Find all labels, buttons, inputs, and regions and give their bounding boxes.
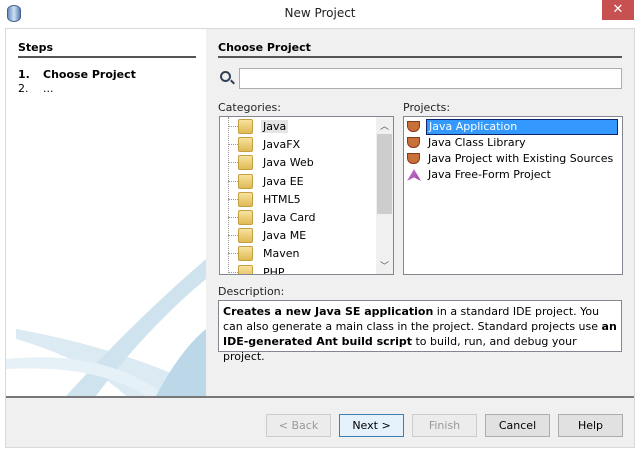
category-label: Java Web <box>263 156 314 170</box>
categories-scrollbar[interactable]: ︿ ﹀ <box>376 117 393 274</box>
project-item[interactable]: Java Project with Existing Sources <box>404 151 620 167</box>
project-item[interactable]: Java Free-Form Project <box>404 167 620 183</box>
search-input[interactable] <box>239 68 622 89</box>
category-label: JavaFX <box>263 138 301 152</box>
project-label: Java Project with Existing Sources <box>428 152 614 165</box>
folder-icon <box>238 191 253 207</box>
step-label: ... <box>43 82 54 95</box>
step-number: 1. <box>18 68 30 81</box>
folder-icon <box>238 228 253 244</box>
title-bar: New Project ✕ <box>0 0 640 28</box>
step-label: Choose Project <box>43 68 136 81</box>
category-item[interactable]: Maven <box>220 245 370 263</box>
freeform-project-icon <box>407 169 421 181</box>
folder-icon <box>238 210 253 225</box>
scroll-down-icon[interactable]: ﹀ <box>376 259 393 272</box>
categories-label: Categories: <box>218 101 281 114</box>
category-item[interactable]: Java Card <box>220 209 370 227</box>
category-label: Java Card <box>263 211 316 224</box>
steps-heading: Steps <box>18 41 196 58</box>
project-item[interactable]: Java Application <box>404 119 620 135</box>
description-segment: Creates a new Java SE application <box>223 305 434 318</box>
page-title: Choose Project <box>218 41 622 58</box>
folder-icon <box>238 155 253 171</box>
category-item[interactable]: Java Web <box>220 154 370 172</box>
step-number: 2. <box>18 82 29 95</box>
separator <box>6 396 634 398</box>
step-1: 1. Choose Project <box>18 68 136 81</box>
search-icon <box>220 71 231 82</box>
java-cup-icon <box>407 137 420 148</box>
projects-list[interactable]: Java Application Java Class Library Java P… <box>403 116 623 275</box>
category-label: Maven <box>263 247 300 261</box>
description-label: Description: <box>218 285 285 298</box>
category-item[interactable]: Java EE <box>220 173 370 191</box>
folder-icon <box>238 173 253 189</box>
category-label: Java ME <box>263 229 307 243</box>
java-cup-icon <box>407 121 420 132</box>
projects-label: Projects: <box>403 101 451 114</box>
folder-icon <box>238 137 253 153</box>
scrollbar-thumb[interactable] <box>377 134 392 214</box>
folder-icon <box>238 246 253 262</box>
step-2: 2.... <box>18 82 54 95</box>
category-label: PHP <box>263 265 285 275</box>
close-button[interactable]: ✕ <box>602 0 634 20</box>
project-label: Java Free-Form Project <box>428 168 551 181</box>
project-label: Java Application <box>426 119 618 135</box>
next-button[interactable]: Next > <box>339 414 404 437</box>
description-text: Creates a new Java SE application in a s… <box>218 300 622 363</box>
java-cup-icon <box>407 153 420 164</box>
window-title: New Project <box>284 6 356 20</box>
category-label: HTML5 <box>263 192 301 206</box>
category-label: Java EE <box>263 174 304 188</box>
category-item[interactable]: HTML5 <box>220 191 370 209</box>
category-item[interactable]: Java <box>220 118 370 136</box>
help-button[interactable]: Help <box>558 414 623 437</box>
category-label: Java <box>261 120 289 133</box>
scroll-up-icon[interactable]: ︿ <box>376 119 393 132</box>
category-item[interactable]: JavaFX <box>220 136 370 154</box>
steps-panel: Steps 1. Choose Project 2.... <box>6 29 206 396</box>
project-item[interactable]: Java Class Library <box>404 135 620 151</box>
wizard-body: Steps 1. Choose Project 2.... Choose Proj… <box>5 28 635 448</box>
category-item[interactable]: PHP <box>220 264 370 275</box>
folder-icon <box>238 264 253 274</box>
categories-tree[interactable]: Java JavaFX Java Web Java EE HTML5 Java Card J… <box>219 116 394 275</box>
project-label: Java Class Library <box>428 136 526 149</box>
category-item[interactable]: Java ME <box>220 227 370 245</box>
cancel-button[interactable]: Cancel <box>485 414 550 437</box>
folder-icon <box>238 119 253 134</box>
back-button[interactable]: < Back <box>266 414 331 437</box>
finish-button[interactable]: Finish <box>412 414 477 437</box>
